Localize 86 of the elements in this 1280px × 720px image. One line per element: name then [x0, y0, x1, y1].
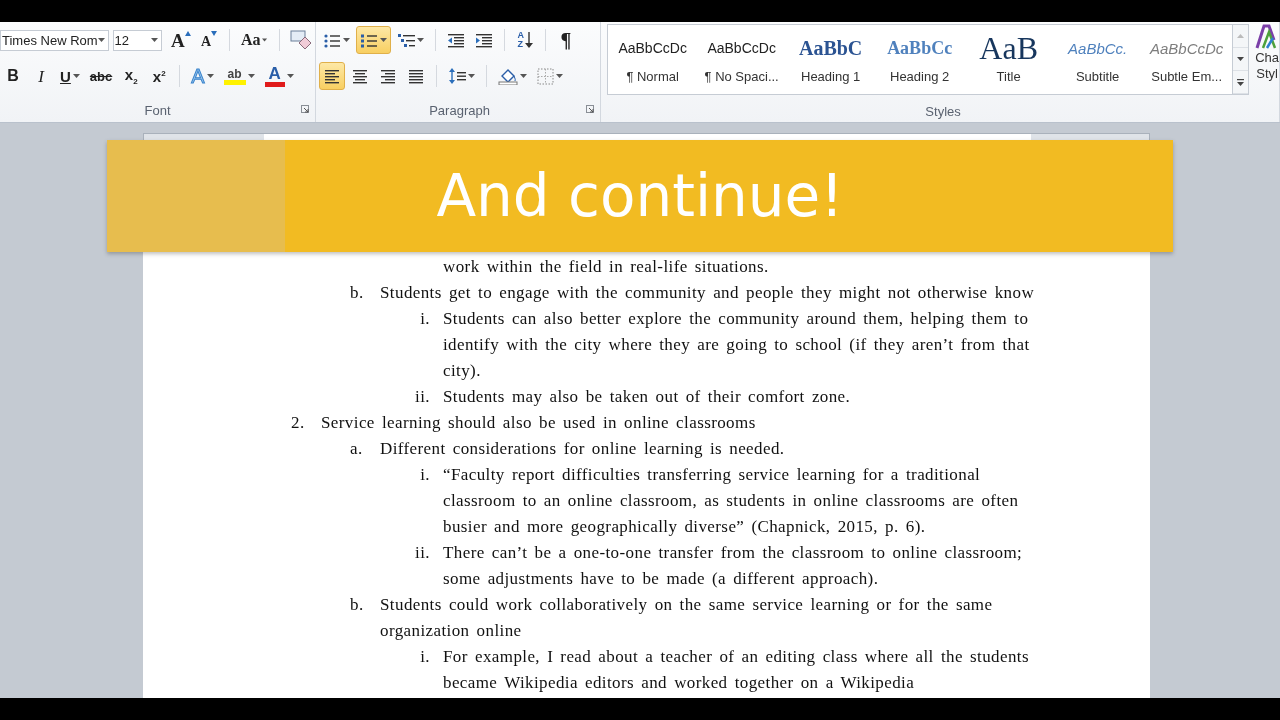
caret-up-icon: [184, 30, 191, 36]
group-label: Styles: [925, 103, 961, 119]
align-left-button[interactable]: [319, 62, 345, 90]
change-styles-button[interactable]: Cha Styl: [1251, 24, 1279, 82]
list-marker: b.: [350, 282, 365, 304]
list-marker: ii.: [414, 542, 431, 564]
dropdown-caret-icon: [380, 38, 387, 42]
sort-button[interactable]: AZ: [512, 26, 538, 54]
list-text: Students may also be taken out of their comfort zone.: [443, 386, 852, 408]
list-marker: a.: [350, 438, 364, 460]
line-spacing-icon: [448, 67, 466, 85]
shrink-font-button[interactable]: A: [195, 26, 222, 54]
expand-icon: [1237, 78, 1245, 86]
dropdown-caret-icon: [468, 74, 475, 78]
dropdown-caret-icon: [97, 38, 105, 42]
align-right-icon: [380, 67, 396, 85]
list-marker: ii.: [414, 386, 431, 408]
align-left-icon: [324, 67, 340, 85]
highlight-button[interactable]: ab: [219, 62, 259, 90]
letters-icon: [1255, 24, 1278, 50]
group-label: Paragraph: [429, 102, 490, 118]
style-option[interactable]: AaBbCc. Subtitle: [1053, 25, 1143, 94]
style-option[interactable]: AaBbCcDc ¶ No Spaci...: [697, 25, 787, 94]
caret-down-icon: [211, 31, 217, 36]
borders-icon: [537, 67, 554, 85]
numbered-list-icon: [360, 32, 378, 48]
caret-down-icon: [1237, 57, 1245, 61]
dropdown-caret-icon: [343, 38, 350, 42]
style-option[interactable]: AaBbC Heading 1: [786, 25, 876, 94]
dialog-launcher-button[interactable]: [586, 105, 595, 113]
dropdown-caret-icon: [286, 74, 294, 78]
dropdown-caret-icon: [247, 74, 255, 78]
dropdown-caret-icon: [72, 74, 80, 78]
launcher-icon: [586, 105, 595, 113]
italic-button[interactable]: I: [28, 62, 54, 90]
style-option[interactable]: AaBbCcDc Subtle Em...: [1142, 25, 1232, 94]
outdent-icon: [447, 31, 465, 49]
list-text: “Faculty report difficulties transferring service learning for a traditional classroom to an online classroom, as students in online classrooms are often busier and more geographically diverse” (Chapnick, 2015, p. 6).: [443, 464, 1020, 538]
dropdown-caret-icon: [262, 38, 268, 42]
banner-text: And continue!: [436, 167, 844, 225]
multilevel-list-icon: [397, 32, 415, 48]
paint-bucket-icon: [498, 67, 518, 85]
list-text: Service learning should also be used in online classrooms: [321, 412, 757, 434]
list-text: For example, I read about a teacher of an editing class where all the students became Wikipedia editors and worked together on a Wikipedia: [443, 646, 1030, 694]
caret-up-icon: [1237, 34, 1245, 38]
bold-button[interactable]: B: [0, 62, 26, 90]
style-option[interactable]: AaBbCcDc ¶ Normal: [608, 25, 698, 94]
underline-button[interactable]: U: [56, 62, 84, 90]
numbering-button[interactable]: [356, 26, 391, 54]
align-center-icon: [352, 67, 368, 85]
change-case-button[interactable]: Aa: [236, 26, 272, 54]
swatch-bar-icon: [223, 79, 246, 85]
indent-icon: [475, 31, 493, 49]
dropdown-caret-icon: [520, 74, 527, 78]
list-text: There can’t be a one-to-one transfer from the classroom to online classroom; some adjustments have to be made (a different approach).: [443, 542, 1024, 590]
list-marker: i.: [419, 464, 431, 486]
show-marks-button[interactable]: ¶: [553, 26, 579, 54]
dropdown-caret-icon: [206, 74, 214, 78]
list-text: work within the field in real-life situations.: [443, 256, 770, 278]
align-justify-icon: [408, 67, 424, 85]
eraser-icon: [289, 30, 312, 50]
bullets-icon: [323, 32, 341, 48]
list-marker: i.: [419, 646, 431, 668]
list-text: Students get to engage with the community and people they might not otherwise know: [380, 282, 1036, 304]
group-label: Font: [144, 102, 171, 118]
list-marker: 2.: [291, 412, 306, 434]
superscript-button[interactable]: x$^{2}$: [146, 62, 173, 90]
font-color-button[interactable]: A: [260, 62, 298, 90]
font-size-dropdown[interactable]: 12: [112, 29, 162, 51]
arrow-down-icon: [524, 31, 533, 49]
style-option[interactable]: AaB Title: [964, 25, 1054, 94]
dropdown-caret-icon: [417, 38, 424, 42]
strikethrough-button[interactable]: abc: [85, 62, 117, 90]
dialog-launcher-button[interactable]: [301, 105, 309, 113]
dropdown-caret-icon: [150, 38, 158, 42]
list-text: Students can also better explore the community around them, helping them to identify with the city where they are going to school (if they aren’t from that city).: [443, 308, 1031, 382]
dropdown-caret-icon: [556, 74, 563, 78]
launcher-icon: [301, 105, 309, 113]
font-name-dropdown[interactable]: Times New Rom: [0, 29, 109, 51]
grow-font-button[interactable]: A: [167, 26, 194, 54]
subscript-button[interactable]: x$_{2}$: [118, 62, 145, 90]
list-marker: i.: [419, 308, 431, 330]
list-text: Different considerations for online learning is needed.: [380, 438, 786, 460]
style-option[interactable]: AaBbCc Heading 2: [875, 25, 965, 94]
swatch-bar-icon: [264, 82, 285, 87]
list-marker: b.: [350, 594, 365, 616]
